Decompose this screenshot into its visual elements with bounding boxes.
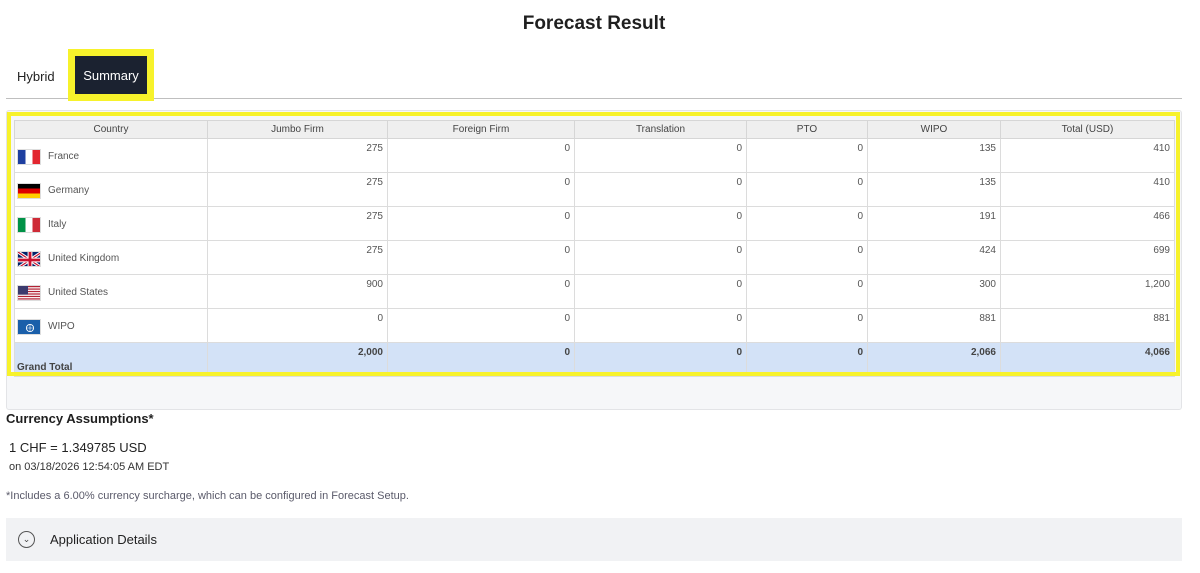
tab-bar: Hybrid Summary (6, 49, 1182, 101)
tab-hybrid[interactable]: Hybrid (17, 69, 55, 84)
application-details-label: Application Details (50, 532, 157, 547)
currency-note: *Includes a 6.00% currency surcharge, wh… (6, 490, 409, 502)
tab-summary[interactable]: Summary (75, 56, 147, 94)
tab-summary-highlight: Summary (68, 49, 154, 101)
chevron-down-icon: ⌄ (18, 531, 35, 548)
application-details-toggle[interactable]: ⌄ Application Details (6, 518, 1182, 561)
currency-date: on 03/18/2026 12:54:05 AM EDT (9, 461, 170, 473)
table-highlight (7, 112, 1180, 376)
currency-rate: 1 CHF = 1.349785 USD (9, 440, 147, 455)
page-title: Forecast Result (522, 13, 666, 34)
currency-title: Currency Assumptions* (6, 411, 154, 426)
